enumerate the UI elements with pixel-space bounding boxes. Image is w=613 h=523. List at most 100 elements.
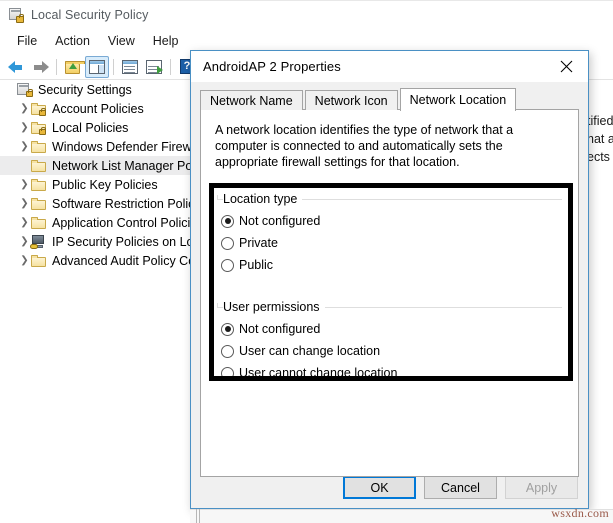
- radio-label: User can change location: [239, 344, 381, 358]
- properties-window-icon: [122, 59, 138, 74]
- radio-location-private[interactable]: Private: [221, 232, 562, 254]
- tree-item-label: Security Settings: [38, 82, 132, 97]
- tree-item-label: Software Restriction Policies: [52, 196, 190, 211]
- user-permissions-groupbox: User permissions Not configured User can…: [217, 300, 562, 400]
- console-tree-icon: [89, 59, 105, 74]
- tree-item-ip-security-policies[interactable]: ❯ IP Security Policies on Local: [0, 232, 190, 251]
- folder-up-icon: [65, 60, 85, 74]
- chevron-right-icon[interactable]: ❯: [18, 179, 31, 190]
- tree-item-label: IP Security Policies on Local: [52, 234, 190, 249]
- radio-button-icon[interactable]: [221, 344, 234, 358]
- tree-item-local-policies[interactable]: ❯ Local Policies: [0, 118, 190, 137]
- chevron-right-icon[interactable]: ❯: [18, 236, 31, 247]
- close-x-icon: [560, 60, 572, 72]
- groupbox-legend: Location type: [223, 192, 303, 206]
- tree-item-label: Network List Manager Policies: [52, 158, 190, 173]
- tree-item-label: Account Policies: [52, 101, 144, 116]
- chevron-right-icon[interactable]: ❯: [18, 217, 31, 228]
- tab-network-name[interactable]: Network Name: [200, 90, 303, 110]
- console-lock-icon: [9, 7, 24, 23]
- splitter-grip[interactable]: [196, 509, 202, 523]
- back-arrow-icon: [7, 60, 25, 74]
- radio-label: User cannot change location: [239, 366, 398, 380]
- tab-network-icon[interactable]: Network Icon: [304, 90, 398, 110]
- properties-button[interactable]: [118, 56, 142, 78]
- forward-arrow-icon: [32, 60, 49, 74]
- ip-security-icon: [30, 235, 46, 249]
- radio-button-icon[interactable]: [221, 214, 234, 228]
- export-list-icon: [146, 59, 163, 74]
- radio-button-icon[interactable]: [221, 366, 234, 380]
- radio-label: Not configured: [239, 214, 321, 228]
- tree-item-software-restriction-policies[interactable]: ❯ Software Restriction Policies: [0, 194, 190, 213]
- close-button[interactable]: [544, 51, 588, 81]
- radio-location-public[interactable]: Public: [221, 254, 562, 276]
- result-line: hat a: [587, 132, 613, 146]
- chevron-right-icon[interactable]: ❯: [18, 141, 31, 152]
- tree-item-label: Advanced Audit Policy Configuration: [52, 253, 190, 268]
- export-list-button[interactable]: [142, 56, 166, 78]
- network-properties-dialog: AndroidAP 2 Properties Network Name Netw…: [190, 50, 589, 509]
- folder-icon: [31, 197, 46, 210]
- chevron-right-icon[interactable]: ❯: [18, 122, 31, 133]
- radio-button-icon[interactable]: [221, 236, 234, 250]
- radio-button-icon[interactable]: [221, 258, 234, 272]
- menu-item-file[interactable]: File: [8, 31, 46, 51]
- watermark: wsxdn.com: [551, 506, 609, 520]
- chevron-right-icon[interactable]: ❯: [18, 198, 31, 209]
- folder-icon: [31, 159, 46, 172]
- dialog-button-bar: OK Cancel Apply: [335, 476, 578, 499]
- horizontal-scrollbar[interactable]: [190, 509, 613, 523]
- up-one-level-button[interactable]: [61, 56, 85, 78]
- radio-button-icon[interactable]: [221, 322, 234, 336]
- location-type-groupbox: Location type Not configured Private Pub…: [217, 192, 562, 292]
- chevron-right-icon[interactable]: ❯: [18, 255, 31, 266]
- result-line: ects t: [587, 150, 613, 164]
- chevron-right-icon[interactable]: ❯: [18, 103, 31, 114]
- folder-lock-icon: [31, 121, 46, 135]
- tree-item-label: Windows Defender Firewall: [52, 139, 190, 154]
- folder-icon: [31, 178, 46, 191]
- ok-button[interactable]: OK: [343, 476, 416, 499]
- back-button[interactable]: [4, 56, 28, 78]
- window-title: Local Security Policy: [31, 7, 149, 22]
- tree-item-security-settings[interactable]: › Security Settings: [0, 80, 190, 99]
- toolbar-separator: [56, 58, 57, 75]
- tree-item-label: Local Policies: [52, 120, 129, 135]
- forward-button[interactable]: [28, 56, 52, 78]
- radio-label: Private: [239, 236, 278, 250]
- folder-lock-icon: [31, 102, 46, 116]
- security-settings-icon: [17, 83, 33, 97]
- tab-panel-network-location: A network location identifies the type o…: [200, 109, 579, 477]
- radio-location-not-configured[interactable]: Not configured: [221, 210, 562, 232]
- menu-item-action[interactable]: Action: [46, 31, 99, 51]
- toolbar-separator: [170, 58, 171, 75]
- tree-item-public-key-policies[interactable]: ❯ Public Key Policies: [0, 175, 190, 194]
- window-titlebar: Local Security Policy: [0, 1, 613, 28]
- tree-item-advanced-audit-policy-configuration[interactable]: ❯ Advanced Audit Policy Configuration: [0, 251, 190, 270]
- tree-item-network-list-manager-policies[interactable]: ❯ Network List Manager Policies: [0, 156, 190, 175]
- toolbar-separator: [113, 58, 114, 75]
- tab-strip: Network Name Network Icon Network Locati…: [200, 88, 579, 111]
- radio-permissions-user-can-change[interactable]: User can change location: [221, 340, 562, 362]
- dialog-title: AndroidAP 2 Properties: [203, 59, 341, 74]
- tab-network-location[interactable]: Network Location: [399, 88, 517, 111]
- result-pane-text: tified hat a ects t: [587, 112, 613, 166]
- radio-label: Not configured: [239, 322, 321, 336]
- show-hide-tree-button[interactable]: [85, 55, 109, 78]
- tree-item-account-policies[interactable]: ❯ Account Policies: [0, 99, 190, 118]
- tree-item-windows-defender-firewall[interactable]: ❯ Windows Defender Firewall: [0, 137, 190, 156]
- radio-permissions-user-cannot-change[interactable]: User cannot change location: [221, 362, 562, 384]
- console-tree-pane[interactable]: › Security Settings ❯ Account Policies ❯…: [0, 80, 190, 523]
- tree-item-application-control-policies[interactable]: ❯ Application Control Policies: [0, 213, 190, 232]
- dialog-titlebar: AndroidAP 2 Properties: [191, 51, 588, 82]
- menu-item-view[interactable]: View: [99, 31, 144, 51]
- menu-item-help[interactable]: Help: [144, 31, 188, 51]
- folder-icon: [31, 216, 46, 229]
- radio-permissions-not-configured[interactable]: Not configured: [221, 318, 562, 340]
- result-line: tified: [587, 114, 613, 128]
- tab-description: A network location identifies the type o…: [215, 123, 514, 169]
- cancel-button[interactable]: Cancel: [424, 476, 497, 499]
- folder-icon: [31, 254, 46, 267]
- tree-item-label: Application Control Policies: [52, 215, 190, 230]
